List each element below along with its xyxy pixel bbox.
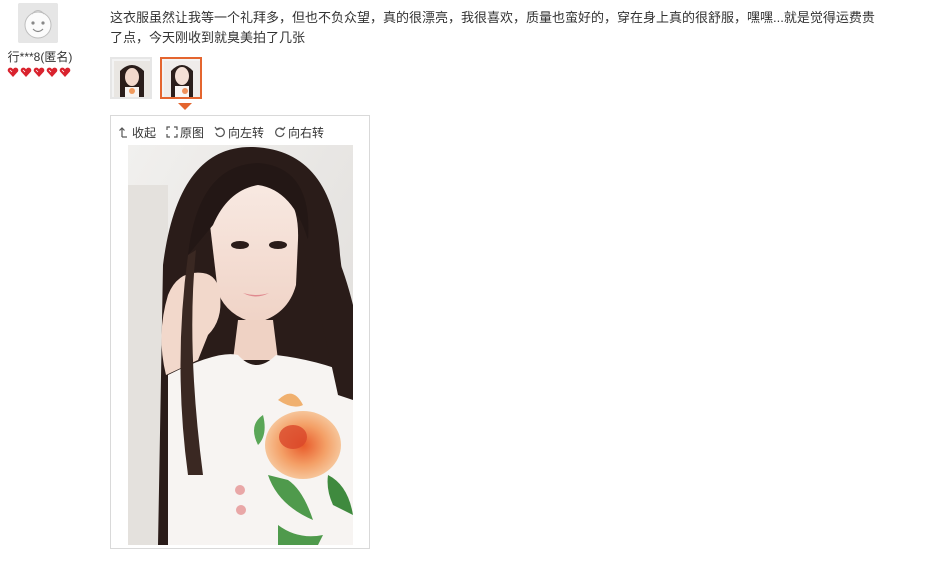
heart-icon [59, 67, 71, 77]
active-thumbnail-pointer [178, 103, 192, 110]
photo-thumbnail-2[interactable] [160, 57, 202, 99]
comment-line: 这衣服虽然让我等一个礼拜多，但也不负众望，真的很漂亮，我很喜欢，质量也蛮好的，穿… [110, 10, 875, 25]
viewer-toolbar: 收起 原图 向左转 向右转 [118, 124, 324, 140]
rotate-left-icon [214, 126, 225, 138]
rating-hearts [7, 66, 71, 78]
photo-viewer: 收起 原图 向左转 向右转 [110, 115, 370, 549]
review-photo[interactable] [128, 145, 353, 545]
review-comment: 这衣服虽然让我等一个礼拜多，但也不负众望，真的很漂亮，我很喜欢，质量也蛮好的，穿… [110, 8, 925, 48]
rotate-right-icon [275, 126, 286, 138]
rotate-right-button[interactable]: 向右转 [274, 124, 324, 141]
heart-icon [46, 67, 58, 77]
expand-icon [166, 126, 178, 138]
photo-thumbnail-1[interactable] [110, 57, 152, 99]
avatar[interactable] [18, 3, 58, 43]
photo-thumbnails [110, 57, 202, 99]
photo-thumbnail-image [164, 61, 200, 97]
photo-thumbnail-image [114, 61, 150, 97]
heart-icon [7, 67, 19, 77]
cartoon-face-avatar-icon [18, 3, 58, 43]
rotate-right-label: 向右转 [288, 125, 325, 140]
original-image-button[interactable]: 原图 [166, 124, 204, 141]
reviewer-username: 行***8(匿名) [7, 50, 73, 64]
rotate-left-label: 向左转 [228, 125, 265, 140]
heart-icon [33, 67, 45, 77]
collapse-button[interactable]: 收起 [118, 124, 156, 141]
rotate-left-button[interactable]: 向左转 [214, 124, 264, 141]
original-image-label: 原图 [180, 125, 205, 140]
comment-line: 了点，今天刚收到就臭美拍了几张 [110, 30, 306, 45]
collapse-arrow-icon [119, 127, 127, 138]
selfie-photo-image [128, 145, 353, 545]
collapse-label: 收起 [132, 125, 157, 140]
heart-icon [20, 67, 32, 77]
